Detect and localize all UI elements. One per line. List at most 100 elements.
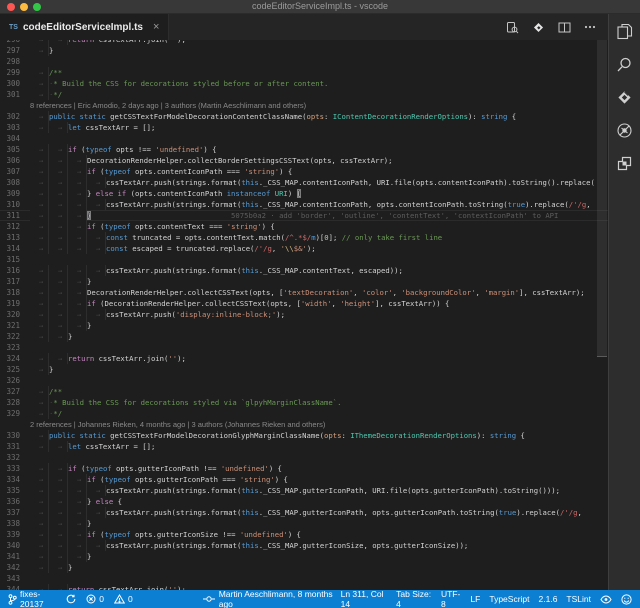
line-number[interactable]: 303 xyxy=(0,122,30,133)
code-line[interactable]: 307→→→if (typeof opts.contentIconPath ==… xyxy=(0,166,608,177)
code-line[interactable]: 316→→→→cssTextArr.push(strings.format(th… xyxy=(0,265,608,276)
preview-eye-button[interactable] xyxy=(600,595,612,604)
code-line[interactable]: 344→→return cssTextArr.join(''); xyxy=(0,584,608,590)
line-number[interactable]: 332 xyxy=(0,452,30,463)
code-line[interactable]: 305→→if (typeof opts !== 'undefined') { xyxy=(0,144,608,155)
ts-version[interactable]: 2.1.6 xyxy=(539,594,558,604)
code-line[interactable]: 297→} xyxy=(0,45,608,56)
activitybar-item-git[interactable] xyxy=(615,90,635,110)
minimize-window-button[interactable] xyxy=(20,3,28,11)
line-number[interactable]: 331 xyxy=(0,441,30,452)
line-number[interactable]: 326 xyxy=(0,375,30,386)
feedback-smiley-button[interactable] xyxy=(621,594,632,605)
line-number[interactable]: 321 xyxy=(0,320,30,331)
code-line[interactable]: 326 xyxy=(0,375,608,386)
code-line[interactable]: 303→→let cssTextArr = []; xyxy=(0,122,608,133)
code-line[interactable]: 311→→→} 5075b0a2 · add 'border', 'outlin… xyxy=(0,210,608,221)
code-line[interactable]: 318→→→DecorationRenderHelper.collectCSST… xyxy=(0,287,608,298)
code-line[interactable]: 320→→→→cssTextArr.push('display:inline-b… xyxy=(0,309,608,320)
line-number[interactable]: 344 xyxy=(0,584,30,590)
code-line[interactable]: 321→→→} xyxy=(0,320,608,331)
code-line[interactable]: 341→→→} xyxy=(0,551,608,562)
line-number[interactable]: 325 xyxy=(0,364,30,375)
activitybar-item-search[interactable] xyxy=(615,57,635,77)
code-line[interactable]: 329→·*/ xyxy=(0,408,608,419)
code-line[interactable]: 342→→} xyxy=(0,562,608,573)
line-number[interactable]: 316 xyxy=(0,265,30,276)
split-editor-icon[interactable] xyxy=(558,22,571,33)
line-number[interactable]: 342 xyxy=(0,562,30,573)
code-line[interactable]: 332 xyxy=(0,452,608,463)
code-line[interactable]: 333→→if (typeof opts.gutterIconPath !== … xyxy=(0,463,608,474)
code-line[interactable]: 310→→→→cssTextArr.push(strings.format(th… xyxy=(0,199,608,210)
code-line[interactable]: 313→→→→const truncated = opts.contentTex… xyxy=(0,232,608,243)
line-number[interactable]: 338 xyxy=(0,518,30,529)
code-line[interactable]: 301→·*/ xyxy=(0,89,608,100)
line-number[interactable]: 300 xyxy=(0,78,30,89)
code-line[interactable]: 300→·* Build the CSS for decorations sty… xyxy=(0,78,608,89)
code-line[interactable]: 334→→→if (typeof opts.gutterIconPath ===… xyxy=(0,474,608,485)
code-line[interactable]: 336→→→} else { xyxy=(0,496,608,507)
line-number[interactable]: 304 xyxy=(0,133,30,144)
line-number[interactable]: 297 xyxy=(0,45,30,56)
line-number[interactable]: 311 xyxy=(0,210,30,221)
line-number[interactable]: 310 xyxy=(0,199,30,210)
code-line[interactable]: 322→→} xyxy=(0,331,608,342)
code-line[interactable]: 315 xyxy=(0,254,608,265)
code-line[interactable]: 338→→→} xyxy=(0,518,608,529)
zoom-window-button[interactable] xyxy=(33,3,41,11)
code-line[interactable]: 319→→→if (DecorationRenderHelper.collect… xyxy=(0,298,608,309)
code-line[interactable]: 306→→→DecorationRenderHelper.collectBord… xyxy=(0,155,608,166)
line-number[interactable]: 339 xyxy=(0,529,30,540)
activitybar-item-files[interactable] xyxy=(615,24,635,44)
line-number[interactable]: 319 xyxy=(0,298,30,309)
line-number[interactable]: 301 xyxy=(0,89,30,100)
code-line[interactable]: 335→→→→cssTextArr.push(strings.format(th… xyxy=(0,485,608,496)
line-number[interactable]: 299 xyxy=(0,67,30,78)
code-line[interactable]: 339→→→if (typeof opts.gutterIconSize !==… xyxy=(0,529,608,540)
warnings-indicator[interactable]: 0 xyxy=(114,594,133,604)
activitybar-item-extensions[interactable] xyxy=(615,156,635,176)
line-number[interactable]: 302 xyxy=(0,111,30,122)
tab-codeEditorServiceImpl[interactable]: TS codeEditorServiceImpl.ts × xyxy=(0,14,169,40)
code-line[interactable]: 309→→→} else if (opts.contentIconPath in… xyxy=(0,188,608,199)
code-line[interactable]: 314→→→→const escaped = truncated.replace… xyxy=(0,243,608,254)
eol-indicator[interactable]: LF xyxy=(470,594,480,604)
open-preview-icon[interactable] xyxy=(506,21,519,34)
code-line[interactable]: 298 xyxy=(0,56,608,67)
line-number[interactable]: 317 xyxy=(0,276,30,287)
line-number[interactable]: 313 xyxy=(0,232,30,243)
line-number[interactable]: 335 xyxy=(0,485,30,496)
line-number[interactable]: 306 xyxy=(0,155,30,166)
code-line[interactable]: 299→/** xyxy=(0,67,608,78)
code-line[interactable]: 340→→→→cssTextArr.push(strings.format(th… xyxy=(0,540,608,551)
line-number[interactable]: 336 xyxy=(0,496,30,507)
code-line[interactable]: 302→public static getCSSTextForModelDeco… xyxy=(0,111,608,122)
tslint-status[interactable]: TSLint xyxy=(566,594,591,604)
codelens-line[interactable]: 8 references | Eric Amodio, 2 days ago |… xyxy=(0,100,608,111)
line-number[interactable]: 327 xyxy=(0,386,30,397)
code-line[interactable]: 330→public static getCSSTextForModelDeco… xyxy=(0,430,608,441)
code-line[interactable]: 324→→return cssTextArr.join(''); xyxy=(0,353,608,364)
gitlens-icon[interactable] xyxy=(532,21,545,34)
close-window-button[interactable] xyxy=(7,3,15,11)
line-number[interactable]: 330 xyxy=(0,430,30,441)
line-number[interactable]: 322 xyxy=(0,331,30,342)
code-area[interactable]: 296→→return cssTextArr.join('');297→}298… xyxy=(0,40,608,590)
cursor-position[interactable]: Ln 311, Col 14 xyxy=(341,589,388,608)
activitybar-item-debug[interactable] xyxy=(615,123,635,143)
branch-indicator[interactable]: fixes-20137 xyxy=(8,589,56,608)
code-line[interactable]: 308→→→→cssTextArr.push(strings.format(th… xyxy=(0,177,608,188)
code-line[interactable]: 327→/** xyxy=(0,386,608,397)
line-number[interactable]: 305 xyxy=(0,144,30,155)
encoding[interactable]: UTF-8 xyxy=(441,589,462,608)
line-number[interactable]: 334 xyxy=(0,474,30,485)
close-tab-icon[interactable]: × xyxy=(153,21,159,33)
codelens-line[interactable]: 2 references | Johannes Rieken, 4 months… xyxy=(0,419,608,430)
line-number[interactable]: 315 xyxy=(0,254,30,265)
code-line[interactable]: 331→→let cssTextArr = []; xyxy=(0,441,608,452)
line-number[interactable]: 337 xyxy=(0,507,30,518)
line-number[interactable]: 308 xyxy=(0,177,30,188)
line-number[interactable]: 309 xyxy=(0,188,30,199)
line-number[interactable]: 312 xyxy=(0,221,30,232)
